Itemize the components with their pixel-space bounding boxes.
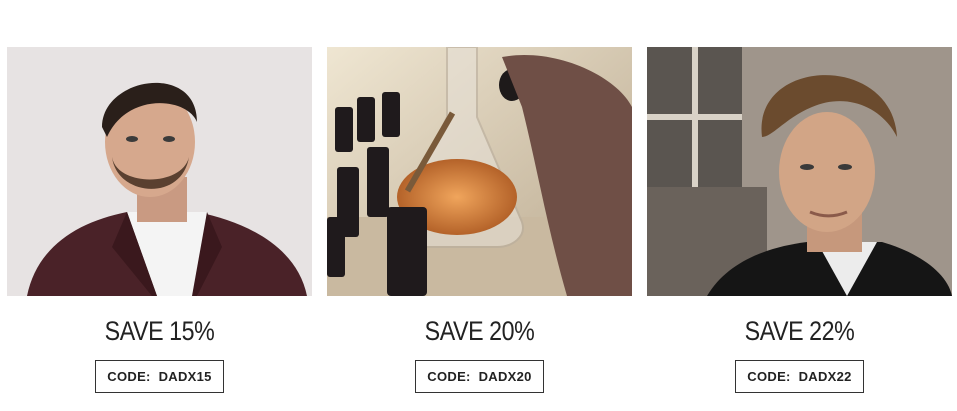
man-in-burgundy-suit-photo[interactable]: [7, 47, 312, 296]
promo-code-value: DADX20: [478, 369, 532, 384]
man-in-burgundy-suit-image: [7, 47, 312, 296]
promo-code-button[interactable]: CODE: DADX20: [415, 360, 544, 393]
promo-code-prefix: CODE:: [747, 369, 791, 384]
promo-code-button[interactable]: CODE: DADX22: [735, 360, 864, 393]
promo-code-container: CODE: DADX22: [647, 360, 952, 393]
beard-oil-dropper-bottles-image: [327, 47, 632, 296]
promo-code-button[interactable]: CODE: DADX15: [95, 360, 224, 393]
promo-code-container: CODE: DADX15: [7, 360, 312, 393]
discount-headline: SAVE 22%: [744, 316, 855, 346]
man-with-styled-hair-photo[interactable]: [647, 47, 952, 296]
promo-code-container: CODE: DADX20: [327, 360, 632, 393]
promo-code-prefix: CODE:: [107, 369, 151, 384]
promo-code-prefix: CODE:: [427, 369, 471, 384]
discount-headline: SAVE 15%: [104, 316, 215, 346]
offer-card-3: SAVE 22% CODE: DADX22: [647, 47, 952, 393]
offer-card-2: SAVE 20% CODE: DADX20: [327, 47, 632, 393]
man-with-styled-hair-image: [647, 47, 952, 296]
offer-card-1: SAVE 15% CODE: DADX15: [7, 47, 312, 393]
promo-code-value: DADX22: [798, 369, 852, 384]
discount-headline: SAVE 20%: [424, 316, 535, 346]
promo-code-value: DADX15: [158, 369, 212, 384]
beard-oil-dropper-bottles-photo[interactable]: [327, 47, 632, 296]
